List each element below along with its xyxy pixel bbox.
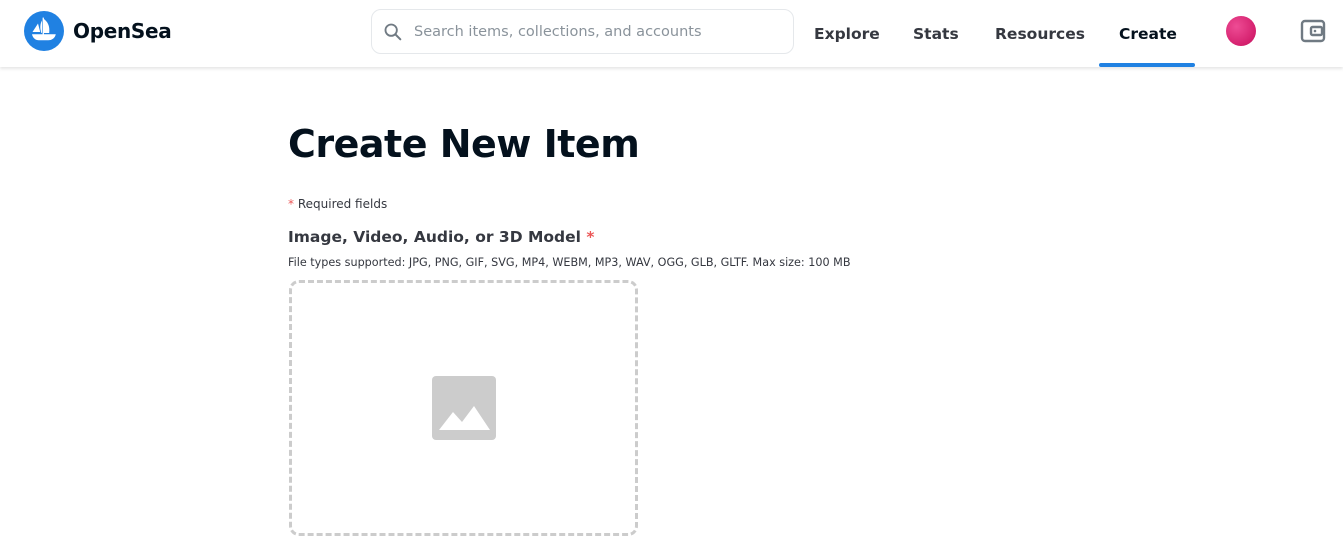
media-field-label: Image, Video, Audio, or 3D Model * [288,228,594,246]
media-field-label-text: Image, Video, Audio, or 3D Model [288,228,581,246]
media-upload-dropzone[interactable] [289,280,638,536]
brand-home-link[interactable]: OpenSea [24,11,172,51]
wallet-icon[interactable] [1299,17,1327,45]
top-navbar: OpenSea Explore Stats Resources Create [0,0,1343,67]
search-bar[interactable] [371,9,794,54]
avatar[interactable] [1226,16,1256,46]
media-required-asterisk: * [586,228,595,246]
required-fields-text: Required fields [297,197,388,211]
search-icon [384,23,402,40]
image-icon [431,376,496,440]
required-fields-note: * Required fields [288,197,387,211]
nav-create[interactable]: Create [1119,0,1177,67]
page-title: Create New Item [288,122,640,166]
opensea-logo-icon [24,11,64,51]
nav-stats[interactable]: Stats [913,0,959,67]
required-asterisk: * [288,197,294,211]
nav-explore[interactable]: Explore [814,0,880,67]
nav-resources[interactable]: Resources [995,0,1085,67]
active-nav-indicator [1099,63,1195,67]
search-input[interactable] [414,10,793,53]
file-types-help: File types supported: JPG, PNG, GIF, SVG… [288,256,851,269]
brand-name: OpenSea [73,19,172,43]
